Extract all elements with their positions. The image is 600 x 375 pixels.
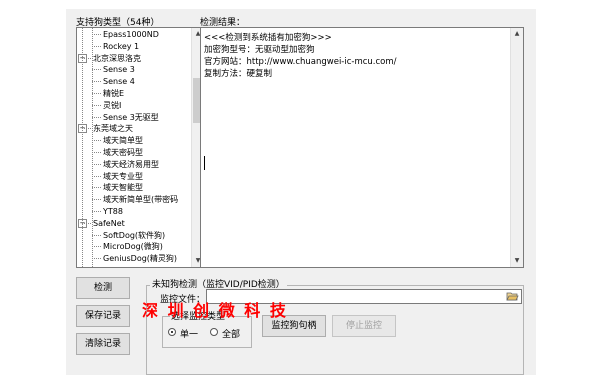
tree-item[interactable]: 精锐E (103, 88, 124, 99)
tree-item[interactable]: Rockey 1 (103, 41, 139, 52)
tree-connector (92, 69, 101, 71)
tree-connector (82, 28, 83, 267)
tree-item-label: SoftDog(软件狗) (103, 230, 166, 240)
tree-item-label: 域天新简单型(带密码 (103, 195, 179, 205)
tree-item[interactable]: Sense 4 (103, 76, 135, 87)
result-line: <<<检测到系统插有加密狗>>> (204, 33, 332, 43)
tree-item[interactable]: Sense 3无驱型 (103, 112, 159, 123)
tree-group-node[interactable]: 北京深思洛克 (93, 53, 141, 64)
dog-type-tree[interactable]: Epass1000ND Rockey 1 北京深思洛克 − Sense 3 Sense 4… (76, 27, 205, 268)
tree-item[interactable]: SoftDog(软件狗) (103, 230, 165, 241)
tree-item[interactable]: GeniusDog(精灵狗) (103, 253, 177, 264)
tree-item[interactable]: 域天简单型 (103, 135, 143, 146)
tree-item[interactable]: 域天智能型 (103, 182, 143, 193)
result-line: 加密狗型号：无驱动型加密狗 (204, 45, 315, 55)
tree-group-node[interactable]: 东莞域之天 (93, 123, 133, 134)
tree-item[interactable]: MicroDog(微狗) (103, 241, 163, 252)
tree-item-label: 灵锐I (103, 100, 122, 110)
stop-monitor-button: 停止监控 (332, 315, 396, 337)
tree-connector (92, 28, 93, 267)
watermark-text: 深 圳 创 微 科 技 (142, 301, 288, 320)
tree-item-label: GeniusDog(精灵狗) (103, 254, 178, 264)
scroll-down-arrow-icon[interactable]: ▼ (511, 255, 523, 267)
result-line: 复制方法：硬复制 (204, 69, 273, 79)
tree-connector (92, 175, 101, 177)
tree-connector (92, 163, 101, 165)
clear-record-button[interactable]: 清除记录 (76, 333, 130, 355)
tree-connector (82, 222, 91, 224)
tree-item-label: 东莞域之天 (93, 124, 133, 134)
tree-connector (92, 187, 101, 189)
tree-connector (92, 34, 101, 35)
tree-item[interactable]: Epass1000ND (103, 29, 159, 40)
tree-connector (92, 152, 101, 153)
tree-item[interactable]: YT88 (103, 206, 123, 217)
result-line: 官方网站：http://www.chuangwei-ic-mcu.com/ (204, 57, 397, 67)
tree-connector (82, 57, 91, 59)
tree-item-label: MicroDog(微狗) (103, 242, 163, 252)
radio-single[interactable] (168, 328, 176, 336)
tree-item-label: Sense 4 (103, 77, 135, 87)
tree-item-label: Rockey 1 (103, 41, 140, 51)
tree-connector (92, 81, 101, 83)
tree-item-label: Epass1000ND (103, 30, 159, 39)
result-scrollbar[interactable]: ▲ ▼ (510, 28, 523, 267)
tree-item-label: 北京深思洛克 (93, 53, 141, 63)
tree-connector (92, 140, 101, 142)
radio-all[interactable] (210, 328, 218, 336)
tree-connector (92, 199, 101, 201)
tree-item-label: 精锐E (103, 89, 125, 98)
tree-connector (92, 93, 101, 94)
tree-item-label: Sense 3无驱型 (103, 112, 159, 122)
radio-all-label: 全部 (222, 330, 241, 340)
tree-group-node[interactable]: SafeNet (93, 218, 125, 229)
radio-single-label: 单一 (180, 330, 199, 340)
tree-item-label: 域天专业型 (103, 171, 143, 181)
tree-item[interactable]: Sense 3 (103, 64, 135, 75)
detect-button[interactable]: 检测 (76, 277, 130, 299)
tree-item-label: YT88 (103, 207, 123, 216)
scroll-up-arrow-icon[interactable]: ▲ (511, 28, 523, 40)
tree-connector (92, 104, 101, 106)
tree-item[interactable]: 域天专业型 (103, 171, 143, 182)
tree-item-label: SafeNet (93, 218, 125, 228)
tree-connector (92, 116, 101, 118)
save-record-button[interactable]: 保存记录 (76, 305, 130, 327)
tree-item-label: 域天密码型 (103, 148, 143, 157)
tree-connector (92, 45, 101, 47)
tree-item-label: 域天简单型 (103, 136, 143, 146)
tree-connector (92, 234, 101, 236)
tree-connector (82, 128, 91, 130)
main-window: 支持狗类型（54种） Epass1000ND Rockey 1 北京深思洛克 − Sen… (66, 9, 536, 375)
result-textbox[interactable]: <<<检测到系统插有加密狗>>> 加密狗型号：无驱动型加密狗 官方网站：http… (200, 27, 524, 268)
tree-item[interactable]: 域天密码型 (103, 147, 143, 158)
tree-item[interactable]: 域天经济易用型 (103, 159, 159, 170)
tree-item[interactable]: 灵锐I (103, 100, 121, 111)
text-caret (204, 156, 205, 170)
tree-items: Epass1000ND Rockey 1 北京深思洛克 − Sense 3 Sense 4… (77, 28, 191, 267)
tree-item-label: 域天经济易用型 (103, 159, 159, 169)
tree-item-label: Sense 3 (103, 65, 135, 75)
tree-connector (92, 258, 101, 260)
tree-connector (92, 211, 101, 212)
folder-open-icon[interactable] (506, 291, 519, 302)
tree-connector (92, 246, 101, 248)
tree-item[interactable]: 域天新简单型(带密码 (103, 194, 178, 205)
tree-item-label: 域天智能型 (103, 183, 143, 193)
